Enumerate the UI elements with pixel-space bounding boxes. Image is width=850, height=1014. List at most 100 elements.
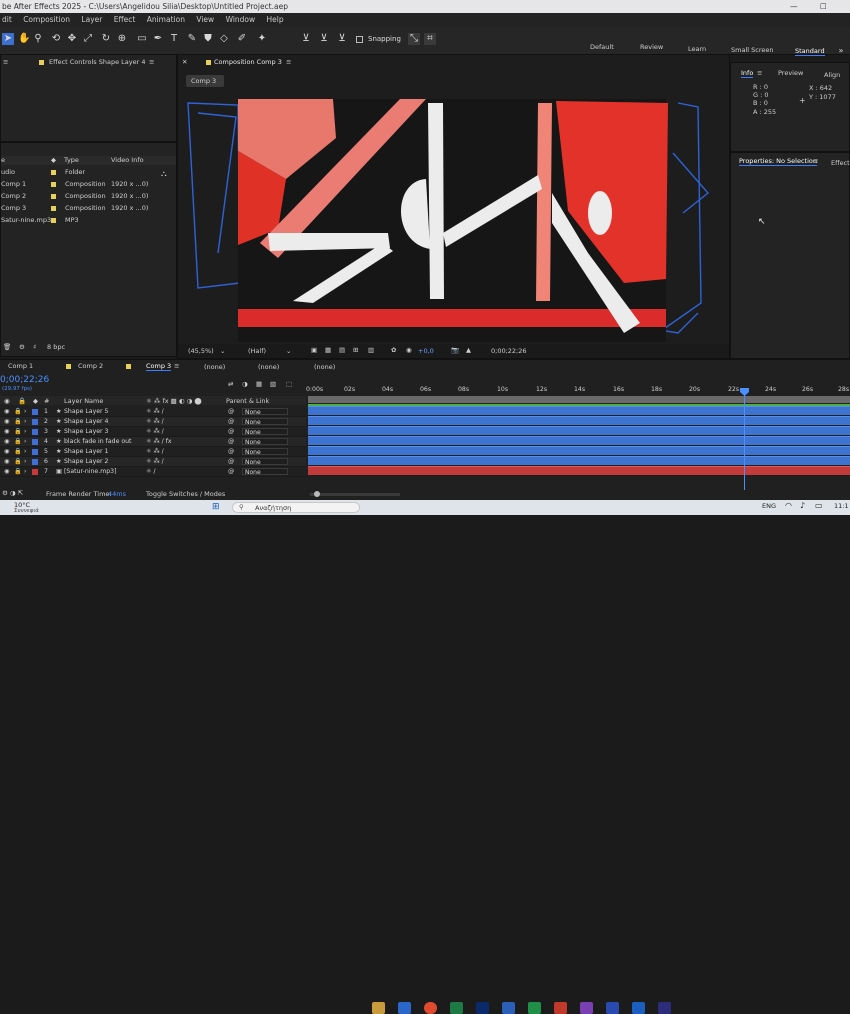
grid-guides-icon[interactable]: ⊞	[353, 346, 358, 354]
maximize-button[interactable]: ☐	[820, 0, 827, 13]
parent-dropdown[interactable]: None	[242, 438, 288, 446]
puppet-tool-icon[interactable]: ✦	[256, 33, 268, 45]
lock-icon[interactable]: 🔒	[14, 447, 22, 457]
mask-visibility-icon[interactable]: ▤	[339, 346, 345, 354]
layer-label-color[interactable]	[32, 429, 38, 435]
playhead-line[interactable]	[744, 388, 745, 490]
audio-layer-bar[interactable]	[308, 466, 850, 475]
layer-switches[interactable]: ⚛ ⁂ ∕	[146, 417, 164, 427]
eraser-tool-icon[interactable]: ◇	[218, 33, 230, 45]
hand-tool-icon[interactable]: ✋	[18, 33, 30, 45]
av-column-icon[interactable]: ◉	[4, 397, 10, 405]
layer-bar[interactable]	[308, 456, 850, 465]
project-item[interactable]: Satur-nine.mp3 MP3	[1, 215, 173, 226]
properties-menu-icon[interactable]: ≡	[813, 157, 818, 165]
taskbar-app-icon[interactable]	[528, 1002, 541, 1014]
effect-controls-menu-icon[interactable]: ≡	[149, 58, 154, 66]
pickwhip-icon[interactable]: @	[228, 457, 234, 467]
layer-name[interactable]: Shape Layer 2	[64, 457, 109, 467]
composition-menu-icon[interactable]: ≡	[286, 58, 291, 66]
workspace-standard[interactable]: Standard	[795, 47, 825, 56]
work-area-range[interactable]	[308, 396, 850, 403]
layer-label-color[interactable]	[32, 459, 38, 465]
zoom-chevron-icon[interactable]: ⌄	[220, 347, 225, 355]
taskbar-app-icon[interactable]	[554, 1002, 567, 1014]
project-item[interactable]: Comp 1 Composition 1920 x ...0)	[1, 179, 173, 190]
selection-tool-icon[interactable]: ➤	[2, 33, 14, 45]
after-effects-icon[interactable]	[658, 1002, 671, 1014]
taskbar-app-icon[interactable]	[606, 1002, 619, 1014]
pickwhip-icon[interactable]: @	[228, 437, 234, 447]
zoom-dropdown[interactable]: (45,5%)	[188, 347, 214, 355]
comp-sub-tab-bg[interactable]: Comp 3	[186, 75, 224, 87]
visibility-icon[interactable]: ◉	[4, 437, 9, 447]
table-row[interactable]: ◉ 🔒 › 2 ★ Shape Layer 4 ⚛ ⁂ ∕ @ None	[0, 417, 306, 427]
workspace-learn[interactable]: Learn	[688, 45, 706, 53]
pickwhip-icon[interactable]: @	[228, 417, 234, 427]
menu-effect[interactable]: Effect	[114, 15, 136, 24]
pen-tool-icon[interactable]: ✒	[152, 33, 164, 45]
color-management-icon[interactable]: ✿	[391, 346, 396, 354]
layer-bar[interactable]	[308, 426, 850, 435]
lock-icon[interactable]: 🔒	[14, 467, 22, 477]
menu-view[interactable]: View	[196, 15, 214, 24]
draft-3d-icon[interactable]: ◑	[242, 380, 248, 388]
layer-label-color[interactable]	[32, 439, 38, 445]
clock[interactable]: 11:1	[834, 502, 849, 510]
expand-chevron-icon[interactable]: ›	[24, 407, 26, 417]
expand-chevron-icon[interactable]: ›	[24, 417, 26, 427]
table-row[interactable]: ◉ 🔒 › 5 ★ Shape Layer 1 ⚛ ⁂ ∕ @ None	[0, 447, 306, 457]
menu-animation[interactable]: Animation	[147, 15, 185, 24]
composition-tab[interactable]: Composition Comp 3	[214, 58, 282, 66]
layer-name[interactable]: Shape Layer 4	[64, 417, 109, 427]
work-area-bar[interactable]	[306, 379, 850, 386]
table-row[interactable]: ◉ 🔒 › 6 ★ Shape Layer 2 ⚛ ⁂ ∕ @ None	[0, 457, 306, 467]
lock-column-icon[interactable]: 🔒	[18, 397, 26, 405]
current-time-display[interactable]: 0;00;22;26	[0, 375, 49, 385]
effect-controls-tab[interactable]: Effect Controls Shape Layer 4	[49, 58, 145, 66]
visibility-icon[interactable]: ◉	[4, 417, 9, 427]
lock-icon[interactable]: 🔒	[14, 407, 22, 417]
expand-chevron-icon[interactable]: ›	[24, 457, 26, 467]
table-row[interactable]: ◉ 🔒 › 7 ▣ [Satur-nine.mp3] ⚛ ∕ @ None	[0, 467, 306, 477]
project-item[interactable]: Comp 3 Composition 1920 x ...0)	[1, 203, 173, 214]
channel-icon[interactable]: ▥	[368, 346, 374, 354]
table-row[interactable]: ◉ 🔒 › 1 ★ Shape Layer 5 ⚛ ⁂ ∕ @ None	[0, 407, 306, 417]
layer-bar[interactable]	[308, 436, 850, 445]
layer-name[interactable]: Shape Layer 3	[64, 427, 109, 437]
effects-tab[interactable]: Effects	[831, 159, 850, 167]
taskbar-app-icon[interactable]	[502, 1002, 515, 1014]
table-row[interactable]: ◉ 🔒 › 3 ★ Shape Layer 3 ⚛ ⁂ ∕ @ None	[0, 427, 306, 437]
layer-name[interactable]: Shape Layer 1	[64, 447, 109, 457]
timeline-tab-comp2[interactable]: Comp 2	[78, 362, 103, 370]
taskbar-app-icon[interactable]	[476, 1002, 489, 1014]
column-parent-link[interactable]: Parent & Link	[226, 397, 269, 405]
minimize-button[interactable]: —	[790, 0, 798, 13]
timeline-footer-icons[interactable]: ⚙ ◑ ⇱	[2, 489, 23, 497]
timeline-tab-comp3[interactable]: Comp 3	[146, 362, 172, 371]
rectangle-tool-icon[interactable]: ▭	[136, 33, 148, 45]
shy-layers-icon[interactable]: ▦	[256, 380, 262, 388]
transparency-grid-icon[interactable]: ▦	[325, 346, 331, 354]
zoom-slider-handle[interactable]	[314, 491, 320, 497]
parent-dropdown[interactable]: None	[242, 428, 288, 436]
resolution-chevron-icon[interactable]: ⌄	[286, 347, 291, 355]
expand-chevron-icon[interactable]: ›	[24, 437, 26, 447]
snap-features-icon[interactable]: ⌗	[424, 33, 436, 45]
column-type[interactable]: Type	[64, 156, 79, 164]
color-depth-icon[interactable]: ♯	[33, 343, 36, 351]
visibility-icon[interactable]: ◉	[4, 407, 9, 417]
lock-icon[interactable]: 🔒	[14, 457, 22, 467]
taskbar-app-icon[interactable]	[398, 1002, 411, 1014]
layer-switches[interactable]: ⚛ ⁂ ∕	[146, 427, 164, 437]
label-column-icon[interactable]: ◆	[33, 397, 38, 405]
column-name[interactable]: e	[1, 156, 5, 164]
menu-layer[interactable]: Layer	[81, 15, 102, 24]
trash-icon[interactable]: 🗑	[3, 343, 11, 351]
project-item[interactable]: Comp 2 Composition 1920 x ...0)	[1, 191, 173, 202]
lock-icon[interactable]: 🔒	[14, 437, 22, 447]
parent-dropdown[interactable]: None	[242, 458, 288, 466]
pickwhip-icon[interactable]: @	[228, 447, 234, 457]
snapping-checkbox[interactable]	[356, 36, 363, 43]
workspace-more-icon[interactable]: »	[835, 45, 847, 57]
